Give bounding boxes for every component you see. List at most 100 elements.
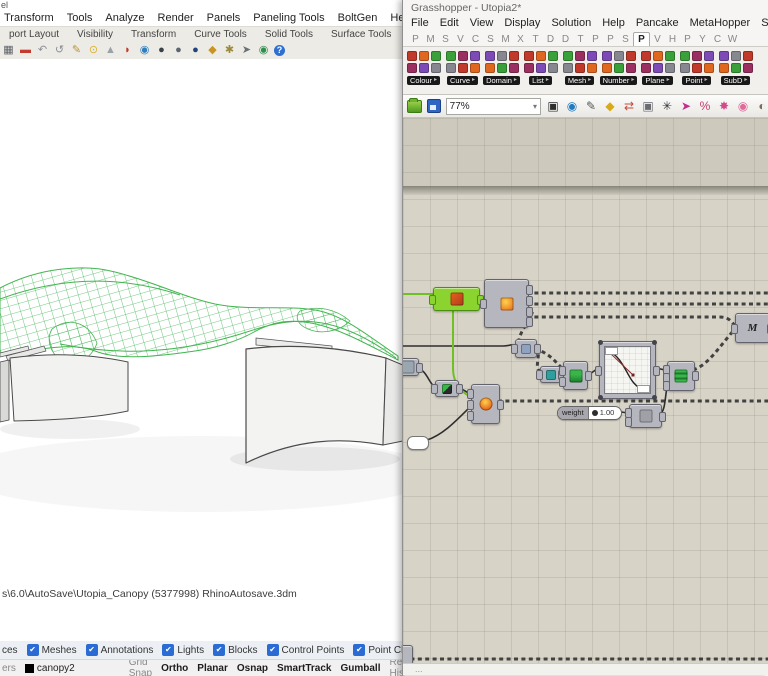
- gh-tab[interactable]: M: [423, 33, 438, 46]
- gh-tab[interactable]: P: [603, 33, 618, 46]
- component-icon[interactable]: [586, 63, 597, 73]
- gh-tab[interactable]: D: [558, 33, 573, 46]
- component-icon[interactable]: [625, 63, 636, 73]
- ribbon-panel-label[interactable]: Plane ▸: [642, 76, 673, 85]
- filter-checkbox[interactable]: ✔: [353, 644, 366, 656]
- gh-component-remap-numbers[interactable]: [663, 361, 699, 391]
- gh-tab[interactable]: Y: [695, 33, 710, 46]
- component-icon[interactable]: [406, 51, 417, 61]
- component-icon[interactable]: [664, 63, 675, 73]
- gh-menu-item[interactable]: Solution: [551, 17, 591, 29]
- component-icon[interactable]: [601, 51, 612, 61]
- component-icon[interactable]: [469, 51, 480, 61]
- component-icon[interactable]: [508, 51, 519, 61]
- gh-component-remap-source[interactable]: [559, 361, 592, 390]
- ribbon-panel-label[interactable]: Point ▸: [682, 76, 711, 85]
- rhino-toolbar-tab[interactable]: Solid Tools: [256, 29, 322, 40]
- gh-tab[interactable]: S: [483, 33, 498, 46]
- component-icon[interactable]: [625, 51, 636, 61]
- paint-bucket-icon[interactable]: ◆: [603, 99, 617, 113]
- component-icon[interactable]: [430, 51, 441, 61]
- gh-component-partial-bottom[interactable]: [403, 645, 413, 663]
- component-icon[interactable]: [523, 51, 534, 61]
- swap-arrows-icon[interactable]: ⇄: [622, 99, 636, 113]
- preview-eye-icon[interactable]: ◉: [565, 99, 579, 113]
- component-icon[interactable]: [718, 63, 729, 73]
- orbit-icon[interactable]: ↺: [53, 44, 66, 56]
- component-icon[interactable]: [469, 63, 480, 73]
- component-icon[interactable]: [742, 63, 753, 73]
- gh-menu-item[interactable]: Pancake: [636, 17, 679, 29]
- ribbon-panel-label[interactable]: Curve ▸: [446, 76, 479, 85]
- component-icon[interactable]: [406, 63, 417, 73]
- component-icon[interactable]: [730, 51, 741, 61]
- current-layer[interactable]: canopy2: [24, 663, 75, 674]
- gh-menu-item[interactable]: Help: [602, 17, 625, 29]
- component-icon[interactable]: [703, 63, 714, 73]
- ribbon-panel-label[interactable]: Colour ▸: [406, 76, 441, 85]
- globe-icon[interactable]: ◉: [257, 44, 270, 56]
- undo-arrow-icon[interactable]: ↶: [36, 44, 49, 56]
- rhino-menu-item[interactable]: Tools: [67, 12, 93, 24]
- gh-tab[interactable]: P: [680, 33, 695, 46]
- component-icon[interactable]: [613, 51, 624, 61]
- component-icon[interactable]: [691, 51, 702, 61]
- gh-number-slider[interactable]: weight 1.00: [557, 406, 622, 420]
- gh-graph-mapper[interactable]: [595, 340, 660, 400]
- pen-icon[interactable]: ✎: [70, 44, 83, 56]
- rhino-menu-item[interactable]: Paneling Tools: [253, 12, 324, 24]
- filter-checkbox[interactable]: ✔: [162, 644, 175, 656]
- component-icon[interactable]: [496, 63, 507, 73]
- gh-component-construct-domain[interactable]: [625, 404, 666, 428]
- rhino-menu-item[interactable]: Render: [158, 12, 194, 24]
- grasshopper-canvas[interactable]: M weight 1.00: [403, 118, 768, 663]
- rhino-toolbar-tab[interactable]: Surface Tools: [322, 29, 400, 40]
- gh-tab[interactable]: C: [468, 33, 483, 46]
- gh-component-domain[interactable]: [536, 366, 565, 383]
- component-icon[interactable]: [457, 63, 468, 73]
- ribbon-panel-label[interactable]: Domain ▸: [483, 76, 520, 85]
- gh-menu-item[interactable]: Edit: [440, 17, 459, 29]
- component-icon[interactable]: [445, 63, 456, 73]
- rhino-toolbar-tab[interactable]: Curve Tools: [185, 29, 256, 40]
- component-icon[interactable]: [418, 51, 429, 61]
- filter-checkbox[interactable]: ✔: [85, 644, 98, 656]
- filter-item[interactable]: ✔ Control Points: [266, 644, 344, 656]
- status-toggle-grid-snap[interactable]: Grid Snap: [129, 660, 152, 676]
- filter-item[interactable]: ✔ Annotations: [85, 644, 153, 656]
- component-icon[interactable]: [742, 51, 753, 61]
- filter-item[interactable]: ✔ Lights: [162, 644, 204, 656]
- zoom-extents-icon[interactable]: ▣: [546, 99, 560, 113]
- gh-component-mesh-settings[interactable]: [431, 380, 463, 397]
- slider-track[interactable]: 1.00: [589, 407, 621, 419]
- color-wheel-icon[interactable]: ◉: [138, 44, 151, 56]
- filter-item[interactable]: ✔Point Clouds: [353, 644, 405, 656]
- gh-tab[interactable]: W: [725, 33, 740, 46]
- gh-component-mesh-deconstruct[interactable]: [480, 279, 533, 328]
- gears-icon[interactable]: ✱: [223, 44, 236, 56]
- gh-menu-item[interactable]: Display: [504, 17, 540, 29]
- open-file-icon[interactable]: [407, 97, 423, 113]
- ribbon-panel-label[interactable]: Mesh ▸: [564, 76, 595, 85]
- component-icon[interactable]: [640, 63, 651, 73]
- rhino-menu-item[interactable]: BoltGen: [338, 12, 378, 24]
- sphere-gray-icon[interactable]: ●: [172, 44, 185, 56]
- disable-pointer-icon[interactable]: ➤: [679, 99, 693, 113]
- lightbulb-icon[interactable]: ⊙: [87, 44, 100, 56]
- rhino-toolbar-tab[interactable]: port Layout: [0, 29, 68, 40]
- sparkle-icon[interactable]: ✸: [717, 99, 731, 113]
- filter-checkbox[interactable]: ✔: [213, 644, 226, 656]
- gh-tab[interactable]: C: [710, 33, 725, 46]
- component-icon[interactable]: [562, 51, 573, 61]
- component-icon[interactable]: [652, 63, 663, 73]
- filter-checkbox[interactable]: ✔: [26, 644, 39, 656]
- component-icon[interactable]: [418, 63, 429, 73]
- component-icon[interactable]: [679, 63, 690, 73]
- help-icon[interactable]: ?: [274, 44, 285, 56]
- sphere-blue-icon[interactable]: ●: [189, 44, 202, 56]
- component-icon[interactable]: [484, 51, 495, 61]
- component-icon[interactable]: [547, 51, 558, 61]
- component-icon[interactable]: [640, 51, 651, 61]
- shell-red-icon[interactable]: ◗: [121, 44, 134, 56]
- gh-tab[interactable]: S: [438, 33, 453, 46]
